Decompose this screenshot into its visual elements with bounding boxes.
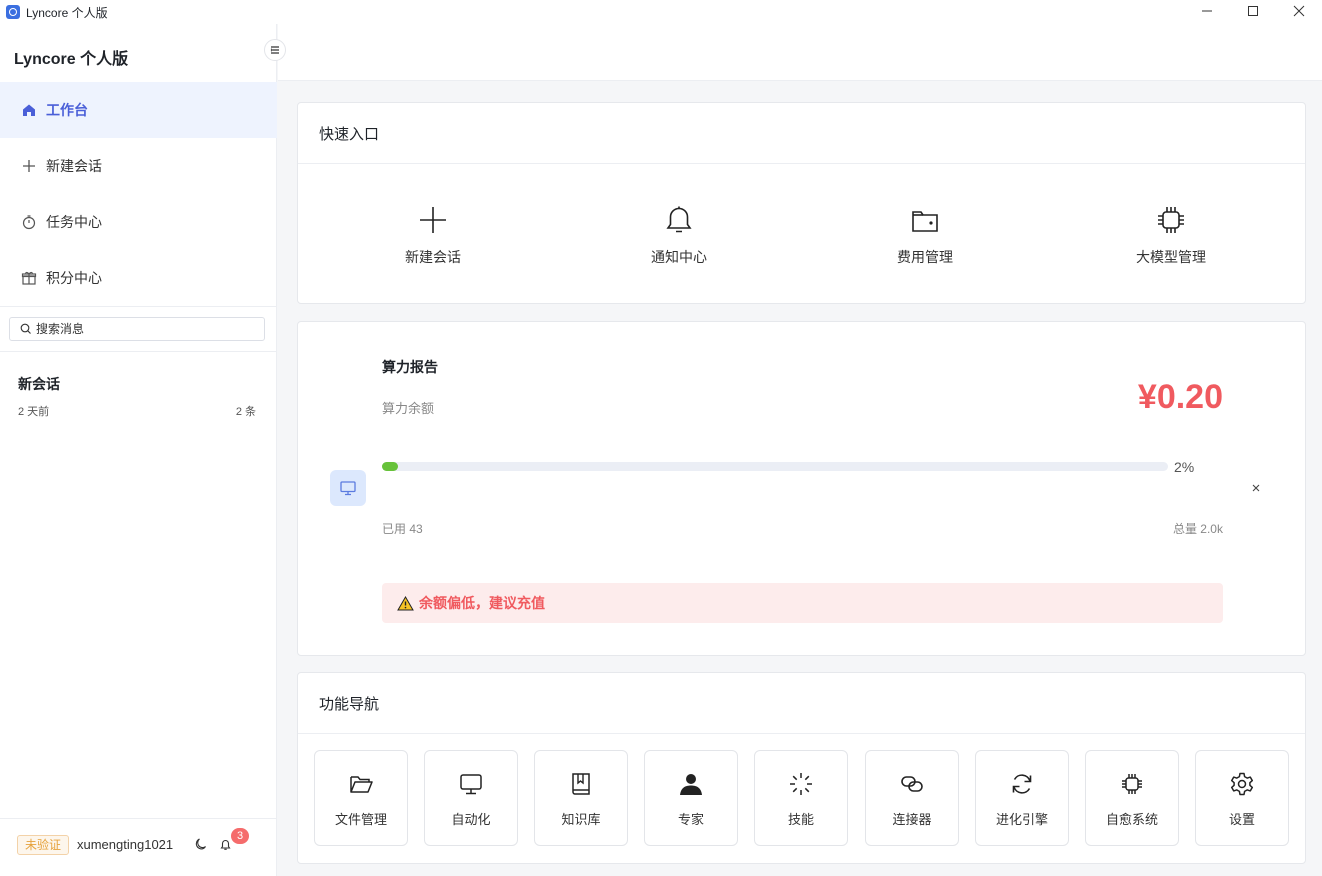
gear-icon [1230,772,1254,796]
quick-item-label: 通知中心 [651,249,707,265]
quick-entry-card: 快速入口 新建会话 通知中心 费用管理 大模型管理 [297,102,1306,304]
nav-item-label: 工作台 [46,102,88,118]
window-title: Lyncore 个人版 [26,5,108,20]
feature-nav-title: 功能导航 [298,673,1305,734]
feature-file-management[interactable]: 文件管理 [314,750,408,846]
maximize-icon[interactable] [1230,0,1276,22]
feature-label: 自愈系统 [1105,812,1158,827]
feature-label: 知识库 [561,812,601,827]
nav-item-label: 新建会话 [46,158,102,174]
conversation-item[interactable]: 新会话 2 天前 2 条 [0,364,277,424]
home-icon [21,102,37,118]
chip-icon [1158,207,1184,233]
feature-label: 文件管理 [334,812,387,827]
minimize-icon[interactable] [1184,0,1230,22]
nav-item-task-center[interactable]: 任务中心 [0,194,277,250]
quick-item-label: 大模型管理 [1136,249,1206,265]
feature-settings[interactable]: 设置 [1195,750,1289,846]
close-window-icon[interactable] [1276,0,1322,22]
moon-icon[interactable] [193,837,208,852]
usage-percent: 2% [1174,459,1195,475]
warning-text: 余额偏低，建议充值 [419,595,545,611]
feature-knowledge-base[interactable]: 知识库 [534,750,628,846]
person-icon [680,774,702,795]
quick-item-new-chat[interactable]: 新建会话 [353,204,513,267]
app-logo-icon [6,5,20,19]
quick-item-label: 费用管理 [897,249,953,265]
bell-icon[interactable] [219,838,232,851]
quick-item-billing[interactable]: 费用管理 [845,204,1005,267]
unverified-badge[interactable]: 未验证 [17,835,70,855]
nav-item-label: 积分中心 [46,270,102,286]
feature-evolution-engine[interactable]: 进化引擎 [975,750,1069,846]
loader-icon [790,773,812,795]
monitor-icon-box [330,470,366,506]
used-amount: 已用 43 [382,522,423,536]
feature-label: 技能 [787,812,814,827]
conversation-count: 2 条 [235,406,256,418]
usage-progress-fill [382,462,398,471]
chip-icon [1122,774,1142,794]
book-icon [572,773,590,795]
nav-item-new-chat[interactable]: 新建会话 [0,138,277,194]
window-controls [1184,0,1322,24]
feature-label: 进化引擎 [995,812,1048,827]
compute-report-card: 算力报告 算力余额 ¥0.20 2% 已用 43 总量 2.0k 余额偏低，建议… [297,321,1306,656]
search-icon [20,323,31,334]
low-balance-warning: 余额偏低，建议充值 [382,583,1223,623]
conversation-time: 2 天前 [18,406,50,418]
usage-progress-bar [382,462,1168,471]
top-header [278,24,1322,81]
username[interactable]: xumengting1021 [77,837,173,852]
report-subtitle: 算力余额 [382,401,435,416]
quick-entry-title: 快速入口 [298,103,1305,164]
collapse-menu-icon [270,46,279,54]
feature-label: 设置 [1228,812,1255,827]
feature-label: 自动化 [451,812,491,827]
divider [0,306,277,307]
feature-skills[interactable]: 技能 [754,750,848,846]
wallet-icon [912,211,938,232]
feature-connectors[interactable]: 连接器 [865,750,959,846]
monitor-icon [340,481,356,496]
feature-automation[interactable]: 自动化 [424,750,518,846]
conversation-title: 新会话 [18,376,60,392]
total-amount: 总量 2.0k [1172,522,1223,536]
feature-nav-card: 功能导航 文件管理 自动化 知识库 专家 技能 连接器 进化引擎 自愈系统 设置 [297,672,1306,864]
stopwatch-icon [21,214,37,230]
feature-experts[interactable]: 专家 [644,750,738,846]
link-icon [901,776,923,792]
nav-item-label: 任务中心 [46,214,102,230]
warning-icon [397,595,414,610]
divider [0,351,277,352]
quick-item-notification-center[interactable]: 通知中心 [599,204,759,267]
close-icon[interactable] [1250,482,1262,494]
nav-item-points-center[interactable]: 积分中心 [0,250,277,306]
notification-count-badge: 3 [231,828,249,844]
user-bar: 未验证 xumengting1021 3 [0,818,277,876]
folder-open-icon [350,776,373,793]
feature-label: 专家 [677,812,704,827]
search-box[interactable] [9,317,265,341]
plus-icon [21,158,37,174]
feature-label: 连接器 [892,812,932,827]
sidebar: Lyncore 个人版 工作台 新建会话 任务中心 积分中心 搜索消息 新会话 … [0,24,286,876]
nav-item-workbench[interactable]: 工作台 [0,82,277,138]
collapse-sidebar-button[interactable] [264,39,286,61]
quick-item-model-management[interactable]: 大模型管理 [1091,204,1251,267]
bell-icon [666,206,692,233]
plus-icon [420,207,446,233]
balance-amount: ¥0.20 [1137,378,1223,416]
quick-item-label: 新建会话 [405,249,461,265]
report-title: 算力报告 [382,359,438,375]
feature-self-healing[interactable]: 自愈系统 [1085,750,1179,846]
search-input[interactable] [36,322,246,336]
gift-icon [21,270,37,286]
refresh-icon [1012,774,1032,794]
monitor-icon [460,774,482,795]
brand-title: Lyncore 个人版 [14,51,129,68]
window-titlebar: Lyncore 个人版 [0,0,1322,24]
